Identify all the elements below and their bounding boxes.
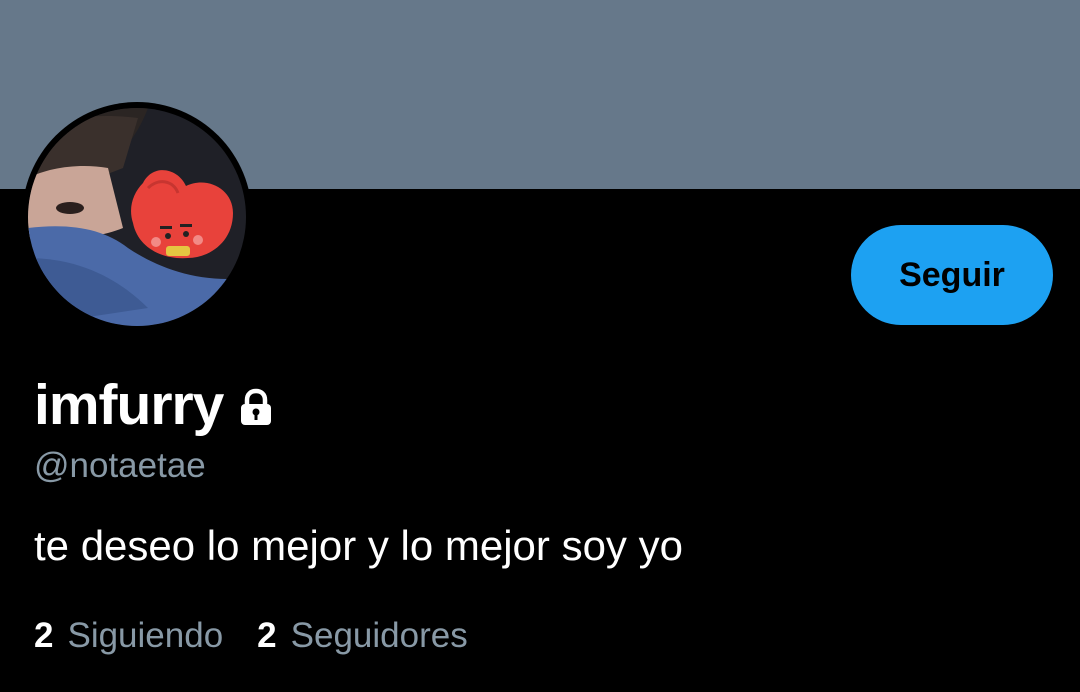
avatar[interactable]	[22, 102, 252, 332]
followers-stat[interactable]: 2 Seguidores	[257, 616, 468, 656]
following-stat[interactable]: 2 Siguiendo	[34, 616, 223, 656]
display-name: imfurry	[34, 373, 224, 437]
following-label: Siguiendo	[67, 616, 224, 655]
followers-count: 2	[257, 616, 277, 655]
lock-icon	[235, 387, 277, 429]
bio: te deseo lo mejor y lo mejor soy yo	[34, 522, 683, 569]
avatar-photo	[28, 108, 246, 326]
following-count: 2	[34, 616, 54, 655]
display-name-row: imfurry	[34, 370, 277, 440]
username: @notaetae	[34, 446, 206, 485]
follow-button[interactable]: Seguir	[851, 225, 1053, 325]
profile-stats: 2 Siguiendo 2 Seguidores	[34, 616, 502, 656]
followers-label: Seguidores	[290, 616, 468, 655]
